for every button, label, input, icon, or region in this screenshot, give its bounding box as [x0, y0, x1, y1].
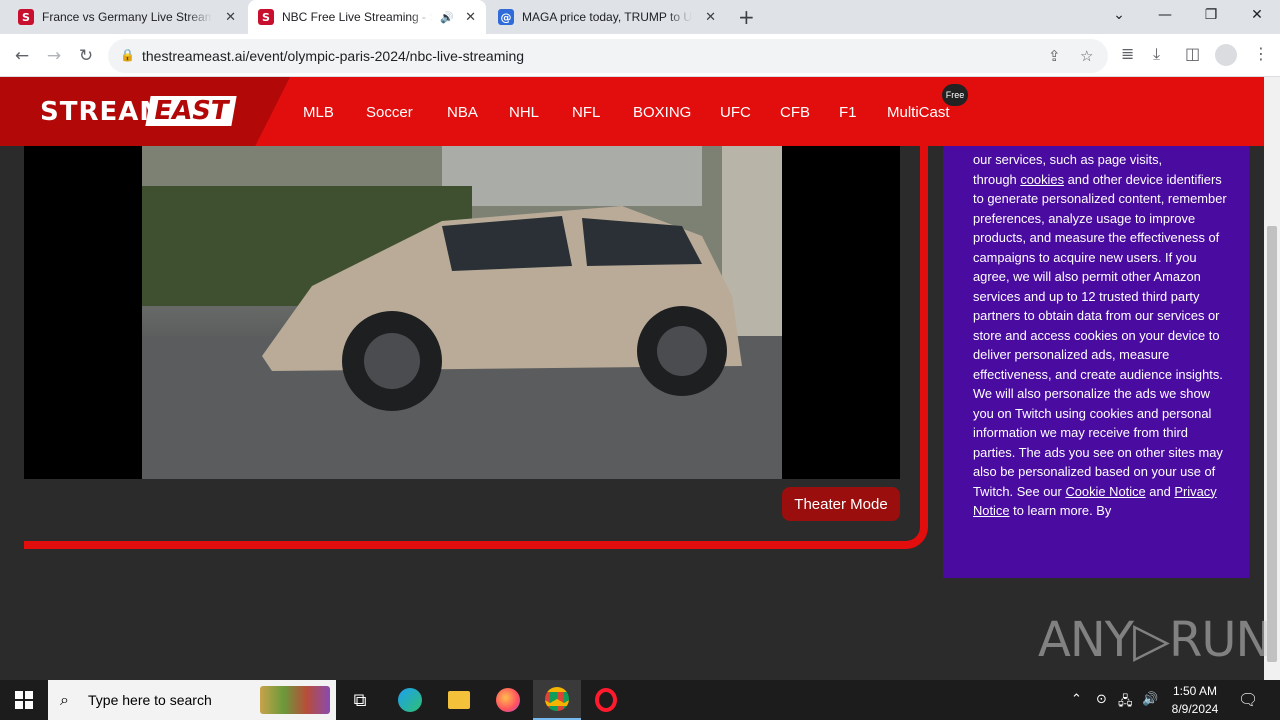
- close-tab-icon[interactable]: ✕: [705, 10, 716, 25]
- tab-maga-price[interactable]: @ MAGA price today, TRUMP to US ✕: [488, 0, 726, 34]
- red-border-curve: [872, 146, 928, 549]
- nav-soccer[interactable]: Soccer: [366, 104, 413, 121]
- clock-date: 8/9/2024: [1171, 702, 1219, 716]
- side-panel-icon[interactable]: ◫: [1185, 44, 1200, 63]
- consent-line-1-suffix: and other device: [1064, 171, 1163, 187]
- search-highlight-icon: [260, 686, 330, 714]
- clock-time: 1:50 AM: [1172, 684, 1218, 698]
- nav-nhl[interactable]: NHL: [509, 104, 539, 121]
- tab-france-germany[interactable]: S France vs Germany Live Streamin ✕: [8, 0, 246, 34]
- browser-tab-strip: S France vs Germany Live Streamin ✕ S NB…: [0, 0, 1280, 34]
- scrollbar-thumb[interactable]: [1267, 226, 1277, 662]
- new-tab-icon[interactable]: +: [738, 5, 755, 29]
- notifications-icon[interactable]: 🗨: [1238, 690, 1258, 709]
- tab-title: NBC Free Live Streaming - S: [282, 10, 432, 24]
- tab-nbc-live[interactable]: S NBC Free Live Streaming - S 🔊 ✕: [248, 0, 486, 34]
- nav-nfl[interactable]: NFL: [572, 104, 600, 121]
- consent-body: identifiers to generate personalized con…: [973, 171, 1227, 499]
- logo-east[interactable]: EAST: [145, 96, 237, 126]
- file-explorer-icon[interactable]: [435, 680, 483, 720]
- tab-search-chevron-icon[interactable]: ⌄: [1096, 0, 1142, 30]
- address-bar[interactable]: 🔒 thestreameast.ai/event/olympic-paris-2…: [108, 39, 1108, 73]
- close-tab-icon[interactable]: ✕: [225, 10, 236, 25]
- cookies-link[interactable]: cookies: [1020, 172, 1064, 187]
- free-badge: Free: [942, 84, 968, 106]
- reading-list-icon[interactable]: ≣: [1121, 44, 1134, 63]
- forward-icon[interactable]: →: [42, 44, 66, 68]
- reload-icon[interactable]: ↻: [74, 44, 98, 68]
- network-icon[interactable]: 🖧: [1118, 692, 1133, 714]
- location-icon[interactable]: ⊙: [1096, 692, 1107, 707]
- cookie-notice-link[interactable]: Cookie Notice: [1065, 484, 1145, 499]
- close-tab-icon[interactable]: ✕: [465, 10, 476, 25]
- chrome-icon[interactable]: [533, 680, 581, 720]
- nav-ufc[interactable]: UFC: [720, 104, 751, 121]
- windows-taskbar: ⌕ Type here to search ⧉ ⌃ ⊙ 🖧 🔊 1:50 AM …: [0, 680, 1280, 720]
- consent-line-1-prefix: through: [973, 171, 1021, 187]
- share-icon[interactable]: ⇪: [1048, 47, 1061, 65]
- consent-line-0: our services, such as page visits,: [973, 152, 1163, 167]
- menu-kebab-icon[interactable]: ⋮: [1253, 44, 1269, 63]
- red-divider: [24, 541, 904, 549]
- close-window-icon[interactable]: ✕: [1234, 0, 1280, 30]
- system-clock[interactable]: 1:50 AM 8/9/2024: [1160, 682, 1230, 718]
- edge-icon[interactable]: [386, 680, 434, 720]
- minimize-icon[interactable]: —: [1142, 0, 1188, 30]
- nav-f1[interactable]: F1: [839, 104, 857, 121]
- streameast-favicon-icon: S: [258, 9, 274, 25]
- coin-favicon-icon: @: [498, 9, 514, 25]
- browser-toolbar: ← → ↻ 🔒 thestreameast.ai/event/olympic-p…: [0, 34, 1280, 77]
- back-icon[interactable]: ←: [10, 44, 34, 68]
- nav-boxing[interactable]: BOXING: [633, 104, 691, 121]
- tab-title: MAGA price today, TRUMP to US: [522, 10, 692, 24]
- lock-icon[interactable]: 🔒: [120, 48, 135, 62]
- anyrun-watermark: ANY▷RUN: [1038, 612, 1271, 668]
- consent-text: our services, such as page visits, throu…: [973, 150, 1229, 521]
- consent-and: and: [1145, 483, 1171, 499]
- bookmark-star-icon[interactable]: ☆: [1080, 47, 1093, 65]
- car-ad-image: [142, 146, 782, 479]
- nav-mlb[interactable]: MLB: [303, 104, 334, 121]
- search-placeholder[interactable]: Type here to search: [88, 692, 212, 708]
- nav-nba[interactable]: NBA: [447, 104, 478, 121]
- download-icon[interactable]: ⤓: [1153, 44, 1160, 64]
- opera-icon[interactable]: [582, 680, 630, 720]
- url-text[interactable]: thestreameast.ai/event/olympic-paris-202…: [142, 48, 524, 64]
- restore-icon[interactable]: ❐: [1188, 0, 1234, 30]
- profile-avatar-icon[interactable]: [1215, 44, 1237, 66]
- nav-multicast[interactable]: MultiCast: [887, 104, 950, 121]
- audio-playing-icon[interactable]: 🔊: [440, 11, 454, 24]
- taskbar-search[interactable]: ⌕ Type here to search: [48, 680, 336, 720]
- nav-cfb[interactable]: CFB: [780, 104, 810, 121]
- search-icon: ⌕: [60, 690, 69, 709]
- firefox-icon[interactable]: [484, 680, 532, 720]
- streameast-favicon-icon: S: [18, 9, 34, 25]
- task-view-icon[interactable]: ⧉: [336, 680, 384, 720]
- tab-title: France vs Germany Live Streamin: [42, 10, 212, 24]
- volume-icon[interactable]: 🔊: [1142, 692, 1158, 707]
- show-hidden-icons-icon[interactable]: ⌃: [1071, 692, 1082, 707]
- video-frame-image[interactable]: [142, 146, 782, 479]
- consent-tail: to learn more. By: [1009, 503, 1112, 518]
- site-header: STREAM EAST MLB Soccer NBA NHL NFL BOXIN…: [0, 77, 1264, 146]
- windows-start-icon[interactable]: [0, 680, 48, 720]
